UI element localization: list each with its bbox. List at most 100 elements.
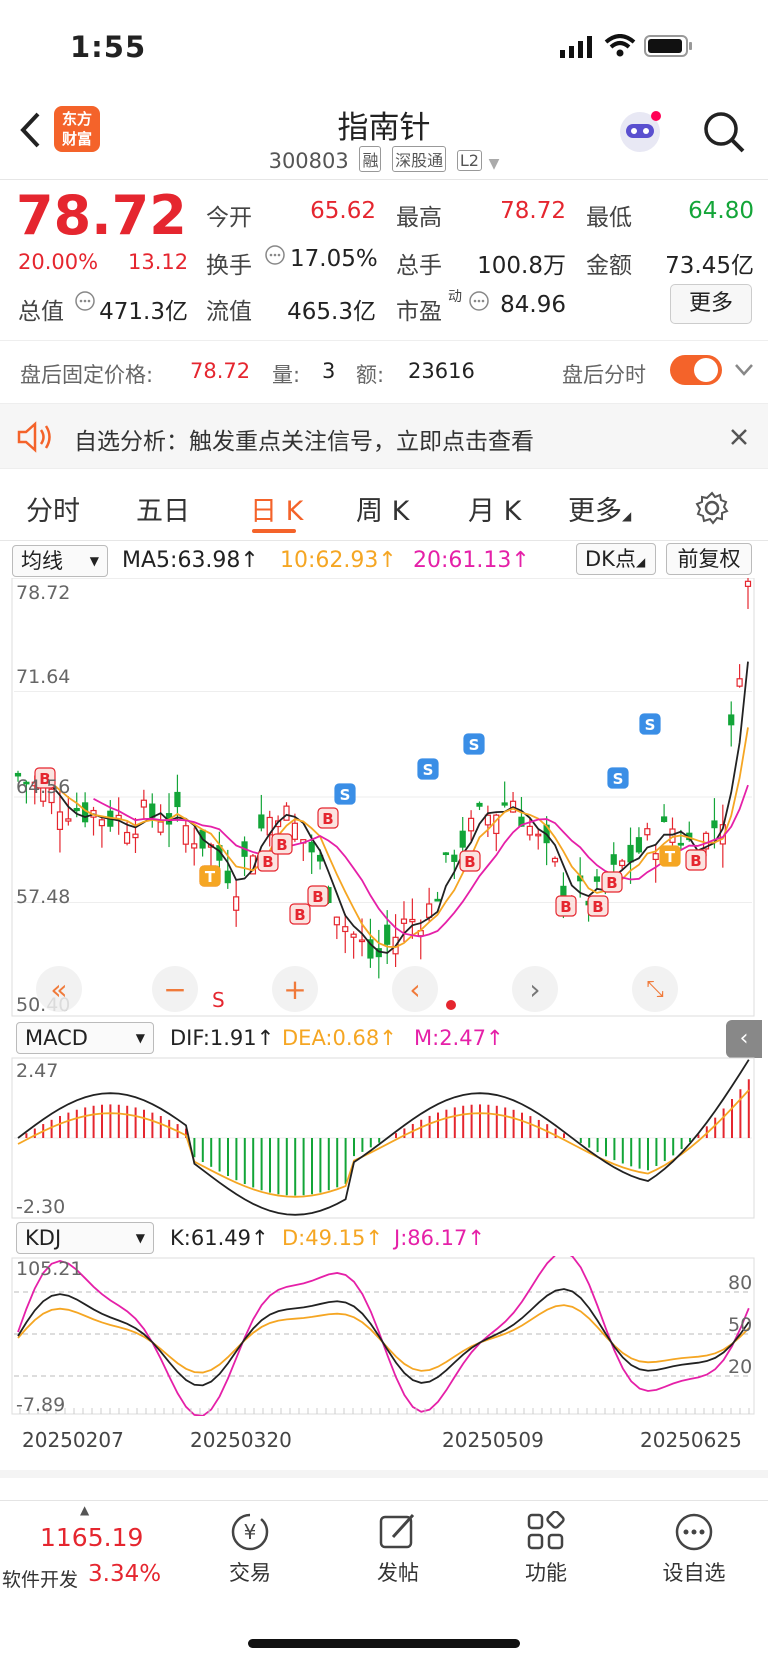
tab-more[interactable]: 更多◢ bbox=[568, 489, 631, 528]
gear-icon[interactable] bbox=[694, 490, 730, 526]
dk-caret-icon: ◢ bbox=[635, 555, 646, 569]
current-dot bbox=[446, 1000, 456, 1010]
after-vol-label: 量: bbox=[272, 363, 301, 387]
kline-panel[interactable]: BBBBBBBSSSBBBBSSTTB 78.72 71.64 64.56 57… bbox=[0, 578, 768, 1018]
after-price-label: 盘后固定价格: bbox=[20, 363, 154, 387]
plus-icon: + bbox=[283, 972, 307, 1006]
signal-marker-text: S bbox=[645, 716, 656, 734]
tab-weekly-k[interactable]: 周 K bbox=[356, 489, 409, 528]
candle-body bbox=[551, 857, 559, 863]
dif-arrow-icon: ↑ bbox=[256, 1026, 275, 1050]
candle-body bbox=[442, 852, 450, 856]
chevron-right-icon: › bbox=[529, 972, 541, 1006]
candle-body bbox=[174, 791, 181, 808]
last-price: 78.72 bbox=[16, 184, 187, 247]
fast-backward-button[interactable]: « bbox=[36, 966, 82, 1012]
signal-icon bbox=[560, 36, 592, 58]
adjust-button[interactable]: 前复权 bbox=[666, 543, 752, 575]
trade-button[interactable]: ¥ 交易 bbox=[210, 1511, 290, 1587]
macd-select[interactable]: MACD ▼ bbox=[16, 1022, 154, 1054]
tab-intraday[interactable]: 分时 bbox=[26, 489, 80, 528]
expand-icon: ⤡ bbox=[646, 976, 664, 1002]
signal-banner[interactable]: 自选分析：触发重点关注信号，立即点击查看 bbox=[0, 403, 768, 469]
d-arrow-icon: ↑ bbox=[365, 1226, 383, 1250]
m-arrow-icon: ↑ bbox=[485, 1026, 504, 1050]
select-caret-icon: ▼ bbox=[135, 1231, 145, 1245]
index-value[interactable]: 1165.19 bbox=[40, 1523, 143, 1552]
candle-body bbox=[560, 885, 567, 896]
robot-assistant-icon[interactable] bbox=[616, 108, 664, 156]
candle-body bbox=[711, 820, 718, 829]
signal-marker-text: B bbox=[312, 888, 323, 906]
chevron-down-icon[interactable] bbox=[734, 363, 754, 377]
trade-label: 交易 bbox=[229, 1561, 271, 1585]
kdj-panel[interactable]: 105.21 -7.89 80 50 20 bbox=[0, 1256, 768, 1416]
tab-more-caret-icon: ◢ bbox=[622, 509, 632, 523]
step-left-button[interactable]: ‹ bbox=[392, 966, 438, 1012]
search-icon[interactable] bbox=[702, 110, 746, 154]
volume-value: 100.8万 bbox=[477, 253, 566, 279]
tab-daily-k[interactable]: 日 K bbox=[250, 489, 303, 528]
post-label: 发帖 bbox=[377, 1561, 419, 1585]
candle-body bbox=[644, 828, 651, 836]
tag-connect: 深股通 bbox=[392, 146, 447, 172]
more-dots-icon bbox=[675, 1513, 713, 1551]
home-indicator bbox=[248, 1639, 520, 1648]
step-right-button[interactable]: › bbox=[512, 966, 558, 1012]
close-icon[interactable] bbox=[730, 428, 748, 446]
pe-info-icon[interactable] bbox=[468, 290, 490, 312]
volume-label: 总手 bbox=[396, 253, 442, 279]
candle-body bbox=[468, 817, 475, 832]
indicator-select[interactable]: 均线 ▼ bbox=[12, 545, 108, 577]
dk-point-button[interactable]: DK点◢ bbox=[576, 543, 656, 575]
after-hours-toggle[interactable] bbox=[670, 355, 722, 385]
d-label: D:49.15↑ bbox=[282, 1226, 383, 1250]
candle-body bbox=[65, 818, 72, 822]
turnover-info-icon[interactable] bbox=[264, 244, 286, 266]
signal-marker-text: B bbox=[276, 836, 287, 854]
expand-button[interactable]: ⤡ bbox=[632, 966, 678, 1012]
double-left-icon: « bbox=[50, 972, 68, 1006]
zoom-out-button[interactable]: − bbox=[152, 966, 198, 1012]
open-label: 今开 bbox=[206, 205, 252, 231]
signal-marker-text: T bbox=[665, 848, 676, 866]
kdj-frame bbox=[11, 1257, 755, 1415]
divider bbox=[0, 1470, 768, 1478]
mktcap-label: 总值 bbox=[18, 299, 64, 325]
tab-5day[interactable]: 五日 bbox=[136, 489, 190, 528]
add-watchlist-label: 设自选 bbox=[662, 1561, 726, 1585]
ma5-label: MA5:63.98↑ bbox=[122, 548, 259, 573]
kdj-select-label: KDJ bbox=[25, 1226, 62, 1250]
mktcap-info-icon[interactable] bbox=[74, 290, 96, 312]
candle-body bbox=[426, 903, 433, 918]
candle-body bbox=[384, 924, 391, 945]
dif-label: DIF:1.91↑ bbox=[170, 1026, 274, 1050]
pe-label: 市盈 bbox=[396, 299, 442, 325]
candle-body bbox=[191, 843, 198, 849]
more-button[interactable]: 更多 bbox=[670, 284, 752, 324]
macd-panel[interactable]: 2.47 -2.30 bbox=[0, 1056, 768, 1220]
price-change: 13.12 bbox=[128, 250, 189, 274]
kdj-select[interactable]: KDJ ▼ bbox=[16, 1222, 154, 1254]
candle-body bbox=[501, 802, 508, 806]
zoom-in-button[interactable]: + bbox=[272, 966, 318, 1012]
signal-marker-text: B bbox=[606, 874, 617, 892]
kdj-level-50: 50 bbox=[728, 1314, 753, 1336]
j-text: J:86.17 bbox=[394, 1226, 468, 1250]
function-label: 功能 bbox=[525, 1561, 567, 1585]
candle-body bbox=[73, 807, 80, 812]
side-panel-toggle[interactable]: ‹ bbox=[726, 1020, 762, 1058]
add-watchlist-button[interactable]: 设自选 bbox=[652, 1511, 736, 1587]
x-date-1: 20250207 bbox=[22, 1428, 124, 1452]
price-change-pct: 20.00% bbox=[18, 250, 99, 274]
function-button[interactable]: 功能 bbox=[506, 1510, 586, 1587]
signal-marker-text: B bbox=[262, 853, 273, 871]
post-button[interactable]: 发帖 bbox=[358, 1511, 438, 1587]
ma10-label: 10:62.93↑ bbox=[280, 548, 397, 573]
edit-icon bbox=[379, 1513, 415, 1549]
k-line bbox=[17, 1288, 750, 1387]
after-amt-label: 额: bbox=[356, 363, 385, 387]
low-label: 最低 bbox=[586, 205, 632, 231]
tab-monthly-k[interactable]: 月 K bbox=[468, 489, 521, 528]
candle-body bbox=[635, 837, 643, 853]
